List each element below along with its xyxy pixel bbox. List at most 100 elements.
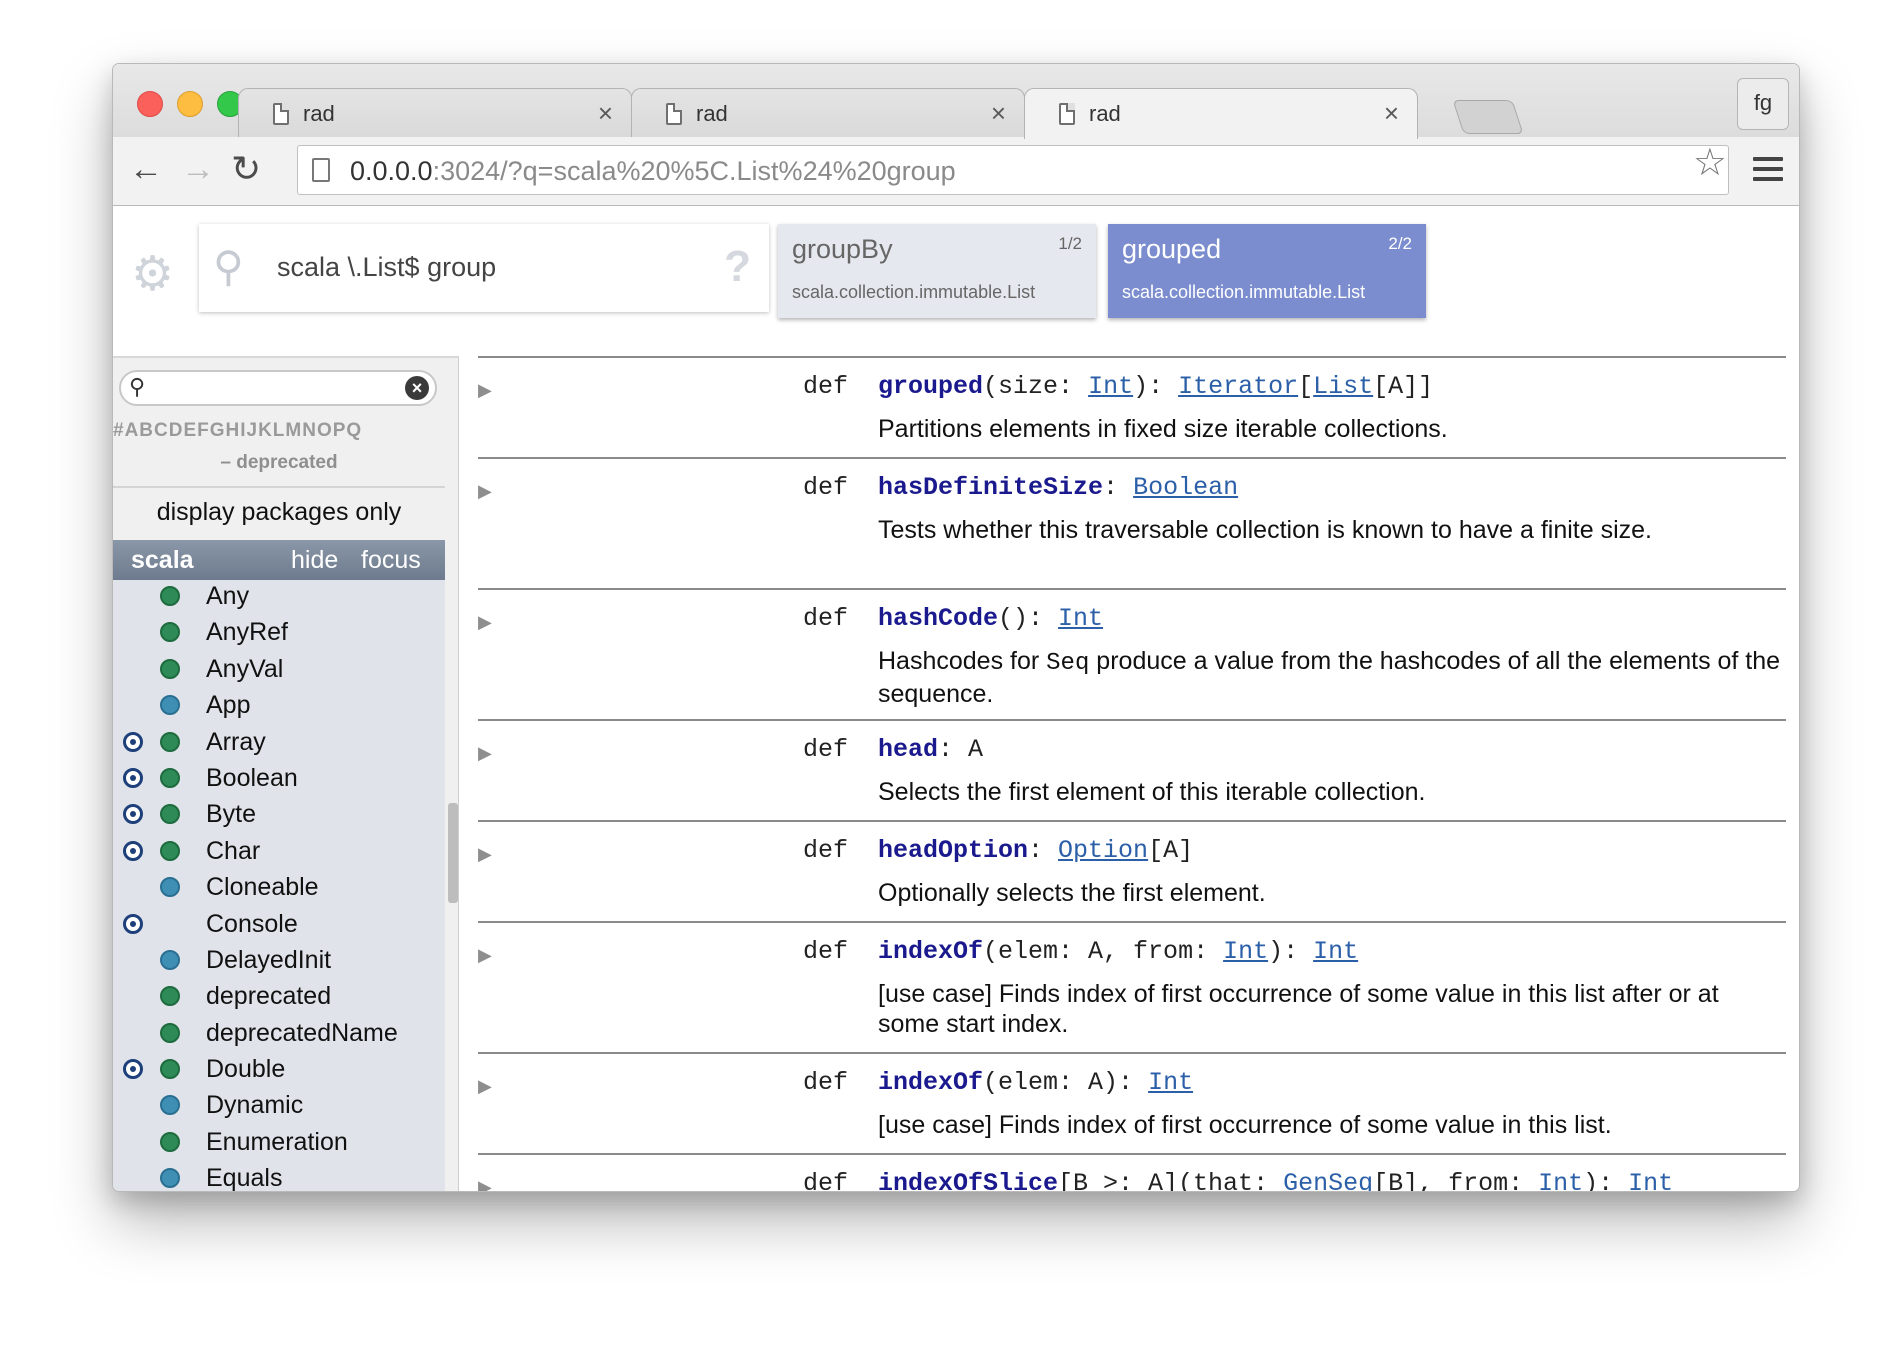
class-icon[interactable] [160,622,180,643]
tab-close-icon[interactable]: × [1384,98,1399,129]
class-icon[interactable] [160,804,180,825]
deprecated-link[interactable]: – deprecated [113,452,445,474]
type-link[interactable]: Int [1058,604,1103,633]
entity-name[interactable]: Dynamic [206,1091,303,1120]
object-icon[interactable] [123,767,143,788]
entity-name[interactable]: deprecatedName [206,1019,398,1048]
member-name[interactable]: grouped [878,372,983,401]
entity-name[interactable]: Boolean [206,764,298,793]
class-icon[interactable] [160,586,180,606]
new-tab-button[interactable] [1452,100,1524,134]
entity-item[interactable]: Double [113,1053,445,1089]
member-indexof[interactable]: ▶ def indexOf(elem: A): Int [use case] Find… [478,1052,1786,1153]
member-head[interactable]: ▶ def head: A Selects the first element of … [478,719,1786,820]
back-arrow-icon[interactable]: ← [129,147,163,191]
entity-name[interactable]: Array [206,728,266,757]
entity-item[interactable]: AnyVal [113,653,445,689]
letter-index[interactable]: #ABCDEFGHIJKLMNOPQ [113,420,458,442]
expand-arrow-icon[interactable]: ▶ [478,380,492,401]
member-hashcode[interactable]: ▶ def hashCode(): Int Hashcodes for Seq pro… [478,588,1786,719]
tab-close-icon[interactable]: × [991,98,1006,129]
forward-arrow-icon[interactable]: → [181,147,215,191]
entity-name[interactable]: Byte [206,800,256,829]
entity-name[interactable]: App [206,691,250,720]
trait-icon[interactable] [160,695,180,716]
member-name[interactable]: headOption [878,836,1028,865]
member-name[interactable]: hasDefiniteSize [878,473,1103,502]
reload-icon[interactable]: ↻ [231,147,261,191]
object-icon[interactable] [123,913,143,934]
hide-button[interactable]: hide [291,546,338,575]
bookmark-star-icon[interactable]: ☆ [1693,140,1727,185]
class-icon[interactable] [160,731,180,752]
entity-name[interactable]: AnyVal [206,655,283,684]
trait-icon[interactable] [160,1168,180,1189]
entity-item[interactable]: AnyRef [113,616,445,652]
entity-name[interactable]: Equals [206,1164,282,1191]
trait-icon[interactable] [160,949,180,970]
entity-item[interactable]: Dynamic [113,1089,445,1125]
member-name[interactable]: indexOfSlice [878,1169,1058,1191]
entity-item[interactable]: DelayedInit [113,944,445,980]
entity-name[interactable]: Char [206,837,260,866]
entity-name[interactable]: Double [206,1055,285,1084]
browser-tab-2[interactable]: rad × [631,88,1025,139]
entity-item[interactable]: deprecatedName [113,1017,445,1053]
entity-item[interactable]: App [113,689,445,725]
trait-icon[interactable] [160,1095,180,1116]
object-icon[interactable] [123,840,143,861]
filter-input[interactable]: ⚲ × [119,370,437,406]
type-link[interactable]: Int [1088,372,1133,401]
entity-item[interactable]: Char [113,835,445,871]
class-icon[interactable] [160,986,180,1007]
expand-arrow-icon[interactable]: ▶ [478,1177,492,1191]
entity-item[interactable]: Any [113,580,445,616]
entity-name[interactable]: deprecated [206,982,331,1011]
class-icon[interactable] [160,1131,180,1152]
type-link[interactable]: Int [1223,937,1268,966]
member-name[interactable]: hashCode [878,604,998,633]
class-icon[interactable] [160,658,180,679]
member-indexof[interactable]: ▶ def indexOf(elem: A, from: Int): Int [use… [478,921,1786,1052]
class-icon[interactable] [160,1022,180,1043]
package-name[interactable]: scala [131,546,194,575]
entity-item[interactable]: Array [113,726,445,762]
entity-name[interactable]: Cloneable [206,873,319,902]
menu-icon[interactable] [1753,157,1783,187]
search-query[interactable]: scala \.List$ group [277,252,496,283]
entity-name[interactable]: DelayedInit [206,946,331,975]
object-icon[interactable] [123,731,143,752]
type-link[interactable]: Iterator [1178,372,1298,401]
type-link[interactable]: Int [1313,937,1358,966]
entity-name[interactable]: Console [206,910,298,939]
help-icon[interactable]: ? [724,242,751,292]
member-name[interactable]: indexOf [878,937,983,966]
result-card-groupby[interactable]: groupBy 1/2 scala.collection.immutable.L… [778,224,1096,318]
search-box[interactable]: ⚲ scala \.List$ group ? [199,224,769,312]
close-window-button[interactable] [137,91,163,117]
entity-item[interactable]: Boolean [113,762,445,798]
type-link[interactable]: Int [1628,1169,1673,1191]
entity-item[interactable]: Enumeration [113,1126,445,1162]
browser-tab-1[interactable]: rad × [238,88,632,139]
expand-arrow-icon[interactable]: ▶ [478,1076,492,1097]
minimize-window-button[interactable] [177,91,203,117]
member-grouped[interactable]: ▶ def grouped(size: Int): Iterator[List[A]… [478,356,1786,457]
type-link[interactable]: GenSeq [1283,1169,1373,1191]
sidebar-scrollbar[interactable] [448,803,458,903]
profile-button[interactable]: fg [1737,78,1789,130]
url-text[interactable]: 0.0.0.0:3024/?q=scala%20%5C.List%24%20gr… [350,156,956,187]
class-icon[interactable] [160,1059,180,1080]
type-link[interactable]: Boolean [1133,473,1238,502]
expand-arrow-icon[interactable]: ▶ [478,945,492,966]
class-icon[interactable] [160,767,180,788]
member-name[interactable]: indexOf [878,1068,983,1097]
browser-tab-3-active[interactable]: rad × [1024,88,1418,139]
focus-button[interactable]: focus [361,546,421,575]
entity-name[interactable]: AnyRef [206,618,288,647]
expand-arrow-icon[interactable]: ▶ [478,481,492,502]
gear-icon[interactable]: ⚙ [131,246,174,302]
display-packages-only-button[interactable]: display packages only [113,498,445,527]
type-link[interactable]: List [1313,372,1373,401]
entity-item[interactable]: Console [113,908,445,944]
